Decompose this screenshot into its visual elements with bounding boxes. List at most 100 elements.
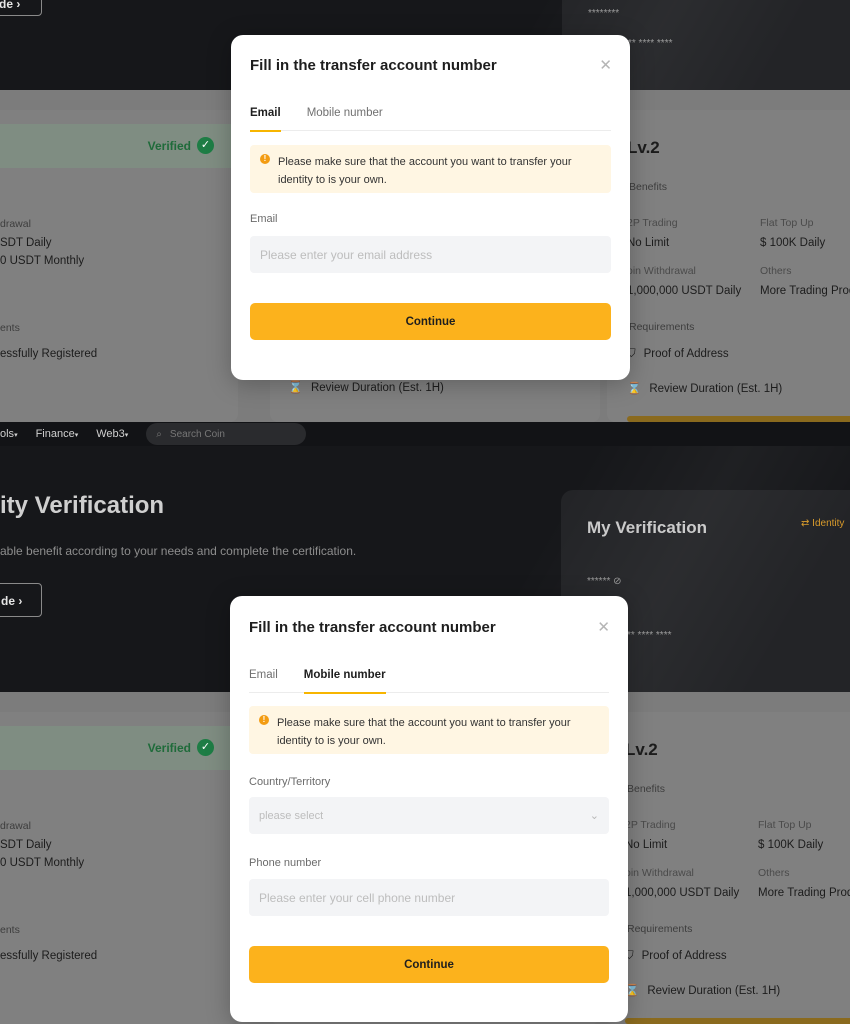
country-label: Country/Territory — [249, 776, 331, 788]
eye-off-icon[interactable]: ⊘ — [613, 576, 621, 587]
tab-email[interactable]: Email — [249, 667, 278, 693]
flat-topup-label: Flat Top Up — [760, 217, 814, 229]
requirements-heading: ents — [0, 924, 20, 936]
notice-box: ! Please make sure that the account you … — [250, 145, 611, 193]
email-label: Email — [250, 213, 278, 225]
others-value: More Trading Prod — [760, 285, 850, 297]
transfer-modal-email: Fill in the transfer account number ✕ Em… — [231, 35, 630, 380]
verified-label: Verified — [147, 741, 191, 755]
masked-card: ** **** **** — [628, 38, 673, 49]
flat-topup-value: $ 100K Daily — [760, 237, 826, 249]
p2p-value: No Limit — [627, 237, 670, 249]
warning-icon: ! — [259, 715, 269, 725]
caret-down-icon: ▾ — [124, 432, 129, 439]
hero-subtitle: able benefit according to your needs and… — [0, 544, 357, 558]
review-duration: Review Duration (Est. 1H) — [649, 383, 783, 395]
others-label: Others — [760, 265, 792, 277]
hero-title: ity Verification — [0, 492, 165, 519]
warning-icon: ! — [260, 154, 270, 164]
tab-mobile-number[interactable]: Mobile number — [303, 667, 386, 694]
refresh-icon: ⇄ — [801, 518, 813, 529]
close-icon[interactable]: ✕ — [599, 56, 612, 74]
withdrawal-heading: drawal — [0, 218, 31, 230]
benefits-label: Benefits — [629, 181, 667, 193]
masked-card: ** **** **** — [627, 630, 672, 641]
tab-bar: Email Mobile number — [250, 105, 611, 132]
notice-text: Please make sure that the account you wa… — [278, 156, 572, 186]
modal-title: Fill in the transfer account number — [249, 619, 496, 636]
review-duration: Review Duration (Est. 1H) — [647, 985, 781, 997]
daily-limit: SDT Daily — [0, 839, 52, 851]
upgrade-button[interactable] — [625, 1018, 850, 1024]
caret-down-icon: ▾ — [14, 432, 18, 439]
p2p-label: 2P Trading — [625, 819, 676, 831]
identity-link[interactable]: ⇄ Identity — [801, 518, 844, 529]
country-placeholder: please select — [259, 809, 324, 822]
top-screenshot-panel: de › ******** ** **** **** Verified ✓ dra… — [0, 0, 850, 422]
guide-label: de — [0, 0, 14, 11]
coin-withdrawal-label: oin Withdrawal — [627, 265, 696, 277]
nav-item-web3[interactable]: Web3▾ — [96, 428, 128, 440]
guide-button[interactable]: de › — [0, 0, 42, 16]
guide-label: de — [1, 594, 16, 608]
verified-strip: Verified ✓ — [0, 726, 238, 770]
continue-button[interactable]: Continue — [249, 946, 609, 983]
nav-item-tools[interactable]: ols▾ — [0, 428, 18, 440]
search-bar[interactable]: ⌕ Search Coin — [146, 423, 307, 445]
p2p-value: No Limit — [625, 839, 668, 851]
requirements-label: Requirements — [627, 923, 693, 935]
tab-email[interactable]: Email — [250, 105, 281, 132]
search-icon: ⌕ — [156, 428, 162, 440]
check-icon: ✓ — [197, 739, 214, 757]
level1-card: Verified ✓ drawal SDT Daily 0 USDT Monthl… — [0, 110, 238, 422]
guide-button[interactable]: de › — [0, 583, 42, 617]
masked-account: ******** — [588, 8, 620, 19]
withdrawal-heading: drawal — [0, 820, 31, 832]
phone-label: Phone number — [249, 857, 322, 869]
registered-status: essfully Registered — [0, 950, 98, 962]
review-duration: Review Duration (Est. 1H) — [310, 382, 444, 394]
chevron-down-icon: ⌄ — [589, 810, 599, 822]
verified-strip: Verified ✓ — [0, 124, 238, 168]
hourglass-icon: ⌛ — [288, 380, 303, 394]
nav-item-finance[interactable]: Finance▾ — [36, 428, 79, 440]
coin-withdrawal-value: 1,000,000 USDT Daily — [625, 887, 740, 899]
continue-button[interactable]: Continue — [250, 303, 611, 340]
coin-withdrawal-label: oin Withdrawal — [625, 867, 694, 879]
daily-limit: SDT Daily — [0, 237, 52, 249]
proof-of-address: Proof of Address — [641, 950, 727, 962]
benefits-label: Benefits — [627, 783, 665, 795]
tab-mobile-number[interactable]: Mobile number — [307, 105, 383, 131]
level2-card: Lv.2 Benefits 2P Trading No Limit Flat T… — [605, 712, 850, 1024]
bottom-screenshot-panel: ols▾ Finance▾ Web3▾ ⌕ Search Coin ity Ve… — [0, 422, 850, 1024]
transfer-modal-mobile: Fill in the transfer account number ✕ Em… — [230, 596, 628, 1022]
level1-card: Verified ✓ drawal SDT Daily 0 USDT Monthl… — [0, 712, 238, 1024]
level2-card: Lv.2 Benefits 2P Trading No Limit Flat T… — [607, 110, 850, 422]
monthly-limit: 0 USDT Monthly — [0, 255, 85, 267]
close-icon[interactable]: ✕ — [597, 618, 610, 636]
proof-of-address: Proof of Address — [643, 348, 729, 360]
monthly-limit: 0 USDT Monthly — [0, 857, 85, 869]
others-value: More Trading Prod — [758, 887, 850, 899]
lv2-title: Lv.2 — [627, 138, 660, 157]
country-select[interactable]: please select ⌄ — [249, 797, 609, 834]
tab-bar: Email Mobile number — [249, 667, 609, 694]
others-label: Others — [758, 867, 790, 879]
notice-text: Please make sure that the account you wa… — [277, 717, 571, 747]
flat-topup-label: Flat Top Up — [758, 819, 812, 831]
modal-title: Fill in the transfer account number — [250, 57, 497, 74]
requirements-heading: ents — [0, 322, 20, 334]
notice-box: ! Please make sure that the account you … — [249, 706, 609, 754]
lv2-title: Lv.2 — [625, 740, 658, 759]
caret-down-icon: ▾ — [74, 432, 79, 439]
p2p-label: 2P Trading — [627, 217, 678, 229]
my-verification-title: My Verification — [587, 518, 707, 537]
search-placeholder: Search Coin — [169, 428, 225, 440]
hourglass-icon: ⌛ — [627, 383, 642, 395]
phone-input[interactable] — [249, 879, 609, 916]
masked-account: ****** — [587, 576, 611, 587]
requirements-label: Requirements — [629, 321, 695, 333]
top-nav: ols▾ Finance▾ Web3▾ ⌕ Search Coin — [0, 422, 850, 446]
coin-withdrawal-value: 1,000,000 USDT Daily — [627, 285, 742, 297]
email-input[interactable] — [250, 236, 611, 273]
